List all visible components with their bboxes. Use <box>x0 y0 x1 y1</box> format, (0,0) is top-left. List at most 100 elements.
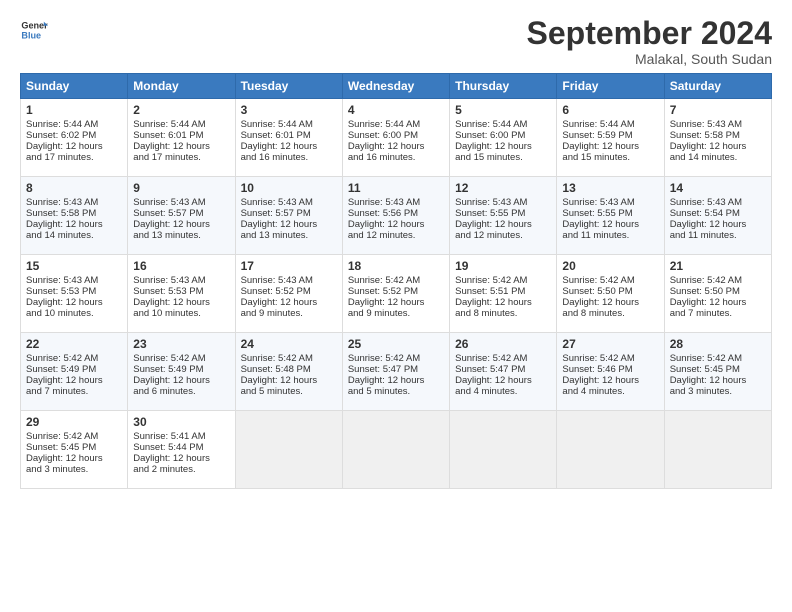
logo: General Blue <box>20 16 48 44</box>
calendar-cell: 19Sunrise: 5:42 AMSunset: 5:51 PMDayligh… <box>450 255 557 333</box>
cell-line: Daylight: 12 hours <box>26 453 122 464</box>
cell-line: Sunrise: 5:43 AM <box>133 197 229 208</box>
col-header-tuesday: Tuesday <box>235 74 342 99</box>
cell-line: and 13 minutes. <box>241 230 337 241</box>
cell-line: and 10 minutes. <box>133 308 229 319</box>
calendar-cell: 18Sunrise: 5:42 AMSunset: 5:52 PMDayligh… <box>342 255 449 333</box>
cell-line: and 17 minutes. <box>26 152 122 163</box>
day-number: 29 <box>26 415 122 429</box>
cell-line: and 8 minutes. <box>455 308 551 319</box>
day-number: 27 <box>562 337 658 351</box>
cell-line: and 9 minutes. <box>241 308 337 319</box>
col-header-sunday: Sunday <box>21 74 128 99</box>
cell-line: Daylight: 12 hours <box>670 141 766 152</box>
cell-line: and 11 minutes. <box>562 230 658 241</box>
calendar-cell: 7Sunrise: 5:43 AMSunset: 5:58 PMDaylight… <box>664 99 771 177</box>
calendar-cell: 11Sunrise: 5:43 AMSunset: 5:56 PMDayligh… <box>342 177 449 255</box>
day-number: 17 <box>241 259 337 273</box>
week-row-2: 8Sunrise: 5:43 AMSunset: 5:58 PMDaylight… <box>21 177 772 255</box>
cell-line: Daylight: 12 hours <box>562 219 658 230</box>
cell-line: Daylight: 12 hours <box>455 219 551 230</box>
cell-line: Sunset: 5:47 PM <box>348 364 444 375</box>
day-number: 16 <box>133 259 229 273</box>
cell-line: and 16 minutes. <box>348 152 444 163</box>
day-number: 18 <box>348 259 444 273</box>
cell-line: Daylight: 12 hours <box>670 375 766 386</box>
day-number: 5 <box>455 103 551 117</box>
cell-line: Sunrise: 5:42 AM <box>670 353 766 364</box>
cell-line: and 13 minutes. <box>133 230 229 241</box>
cell-line: Sunset: 5:50 PM <box>562 286 658 297</box>
day-number: 15 <box>26 259 122 273</box>
cell-line: and 14 minutes. <box>670 152 766 163</box>
cell-line: Sunset: 6:02 PM <box>26 130 122 141</box>
calendar-cell: 1Sunrise: 5:44 AMSunset: 6:02 PMDaylight… <box>21 99 128 177</box>
cell-line: Sunrise: 5:42 AM <box>670 275 766 286</box>
cell-line: and 5 minutes. <box>241 386 337 397</box>
day-number: 8 <box>26 181 122 195</box>
cell-line: Sunset: 5:55 PM <box>562 208 658 219</box>
cell-line: Daylight: 12 hours <box>241 141 337 152</box>
cell-line: and 15 minutes. <box>455 152 551 163</box>
day-number: 1 <box>26 103 122 117</box>
cell-line: Sunset: 5:49 PM <box>133 364 229 375</box>
calendar-table: SundayMondayTuesdayWednesdayThursdayFrid… <box>20 73 772 489</box>
calendar-cell: 28Sunrise: 5:42 AMSunset: 5:45 PMDayligh… <box>664 333 771 411</box>
cell-line: Daylight: 12 hours <box>348 141 444 152</box>
cell-line: Daylight: 12 hours <box>562 297 658 308</box>
cell-line: Sunrise: 5:43 AM <box>348 197 444 208</box>
cell-line: Sunrise: 5:44 AM <box>562 119 658 130</box>
cell-line: Daylight: 12 hours <box>133 453 229 464</box>
day-number: 28 <box>670 337 766 351</box>
cell-line: Sunset: 5:57 PM <box>241 208 337 219</box>
cell-line: Sunrise: 5:43 AM <box>26 197 122 208</box>
page-container: General Blue September 2024 Malakal, Sou… <box>0 0 792 499</box>
cell-line: Sunrise: 5:42 AM <box>241 353 337 364</box>
cell-line: Sunset: 5:44 PM <box>133 442 229 453</box>
calendar-cell: 5Sunrise: 5:44 AMSunset: 6:00 PMDaylight… <box>450 99 557 177</box>
day-number: 6 <box>562 103 658 117</box>
calendar-cell: 4Sunrise: 5:44 AMSunset: 6:00 PMDaylight… <box>342 99 449 177</box>
day-number: 9 <box>133 181 229 195</box>
cell-line: and 10 minutes. <box>26 308 122 319</box>
cell-line: Sunset: 5:45 PM <box>26 442 122 453</box>
calendar-cell: 29Sunrise: 5:42 AMSunset: 5:45 PMDayligh… <box>21 411 128 489</box>
calendar-cell: 21Sunrise: 5:42 AMSunset: 5:50 PMDayligh… <box>664 255 771 333</box>
cell-line: Sunset: 5:53 PM <box>26 286 122 297</box>
cell-line: Daylight: 12 hours <box>455 375 551 386</box>
cell-line: Sunset: 6:00 PM <box>348 130 444 141</box>
cell-line: Daylight: 12 hours <box>241 297 337 308</box>
day-number: 14 <box>670 181 766 195</box>
col-header-friday: Friday <box>557 74 664 99</box>
cell-line: Sunrise: 5:42 AM <box>562 275 658 286</box>
cell-line: and 6 minutes. <box>133 386 229 397</box>
cell-line: and 15 minutes. <box>562 152 658 163</box>
cell-line: Daylight: 12 hours <box>26 297 122 308</box>
location-title: Malakal, South Sudan <box>527 51 772 67</box>
cell-line: Sunset: 5:51 PM <box>455 286 551 297</box>
day-number: 3 <box>241 103 337 117</box>
cell-line: Daylight: 12 hours <box>670 219 766 230</box>
cell-line: and 17 minutes. <box>133 152 229 163</box>
cell-line: and 11 minutes. <box>670 230 766 241</box>
cell-line: Sunset: 5:52 PM <box>241 286 337 297</box>
day-number: 20 <box>562 259 658 273</box>
calendar-cell: 23Sunrise: 5:42 AMSunset: 5:49 PMDayligh… <box>128 333 235 411</box>
cell-line: Sunset: 6:01 PM <box>241 130 337 141</box>
col-header-monday: Monday <box>128 74 235 99</box>
cell-line: and 8 minutes. <box>562 308 658 319</box>
cell-line: and 14 minutes. <box>26 230 122 241</box>
day-number: 26 <box>455 337 551 351</box>
svg-text:Blue: Blue <box>21 30 41 40</box>
cell-line: Sunrise: 5:42 AM <box>26 353 122 364</box>
cell-line: Sunrise: 5:43 AM <box>26 275 122 286</box>
cell-line: Daylight: 12 hours <box>133 375 229 386</box>
calendar-cell: 9Sunrise: 5:43 AMSunset: 5:57 PMDaylight… <box>128 177 235 255</box>
cell-line: Sunset: 5:53 PM <box>133 286 229 297</box>
calendar-cell: 16Sunrise: 5:43 AMSunset: 5:53 PMDayligh… <box>128 255 235 333</box>
calendar-cell: 30Sunrise: 5:41 AMSunset: 5:44 PMDayligh… <box>128 411 235 489</box>
col-header-wednesday: Wednesday <box>342 74 449 99</box>
cell-line: Sunset: 6:01 PM <box>133 130 229 141</box>
cell-line: Sunrise: 5:44 AM <box>26 119 122 130</box>
cell-line: Daylight: 12 hours <box>26 219 122 230</box>
